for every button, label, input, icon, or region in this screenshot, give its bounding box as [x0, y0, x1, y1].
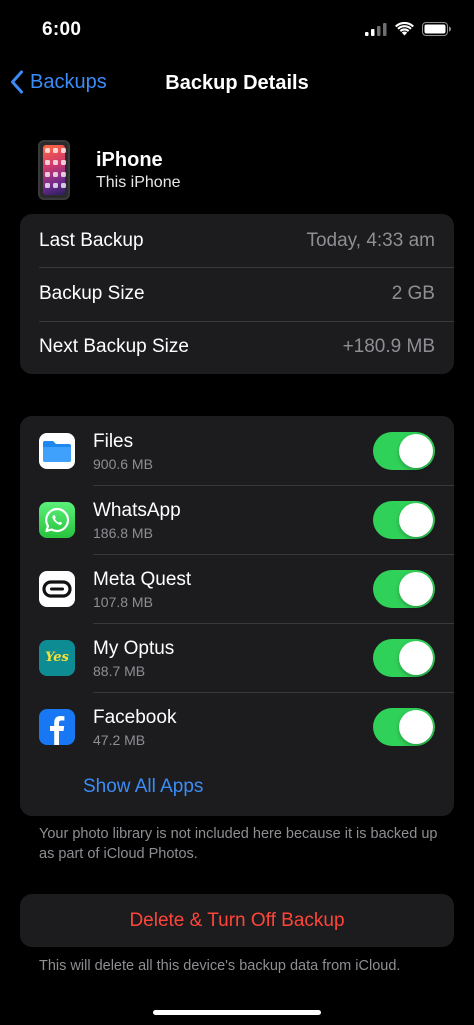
show-all-apps-button[interactable]: Show All Apps — [83, 776, 203, 798]
files-backup-toggle[interactable] — [373, 431, 435, 470]
cellular-signal-icon — [365, 22, 387, 36]
delete-backup-label: Delete & Turn Off Backup — [129, 909, 345, 931]
app-size: 900.6 MB — [93, 455, 153, 472]
iphone-device-icon — [38, 140, 70, 200]
app-row-facebook: Facebook 47.2 MB — [20, 692, 454, 761]
app-row-my-optus: Yes My Optus 88.7 MB — [20, 623, 454, 692]
backup-info-group: Last Backup Today, 4:33 am Backup Size 2… — [20, 214, 454, 374]
status-bar: 6:00 — [0, 0, 474, 60]
device-name: iPhone — [96, 149, 163, 171]
navigation-bar: Backups Backup Details — [0, 62, 474, 106]
meta-quest-backup-toggle[interactable] — [373, 569, 435, 608]
info-value: 2 GB — [391, 282, 435, 304]
files-app-icon — [39, 432, 75, 469]
app-size: 88.7 MB — [93, 662, 146, 679]
home-indicator[interactable] — [153, 1010, 321, 1015]
app-name: Facebook — [93, 706, 177, 728]
photo-library-note: Your photo library is not included here … — [39, 826, 438, 862]
app-name: Files — [93, 430, 134, 452]
app-name: WhatsApp — [93, 499, 181, 521]
last-backup-row: Last Backup Today, 4:33 am — [20, 214, 454, 267]
app-row-meta-quest: Meta Quest 107.8 MB — [20, 554, 454, 623]
status-icons — [365, 22, 452, 36]
battery-icon — [422, 22, 451, 36]
app-size: 47.2 MB — [93, 731, 146, 748]
app-name: Meta Quest — [93, 568, 192, 590]
info-value: Today, 4:33 am — [306, 229, 435, 251]
info-label: Backup Size — [39, 282, 145, 304]
app-row-files: Files 900.6 MB — [20, 416, 454, 485]
optus-icon-text: Yes — [45, 650, 69, 665]
my-optus-backup-toggle[interactable] — [373, 638, 435, 677]
apps-backup-group: Files 900.6 MB WhatsApp 186.8 MB Meta Qu… — [20, 416, 454, 816]
app-row-whatsapp: WhatsApp 186.8 MB — [20, 485, 454, 554]
app-size: 186.8 MB — [93, 524, 153, 541]
info-label: Next Backup Size — [39, 336, 189, 358]
info-value: +180.9 MB — [342, 336, 435, 358]
backup-size-row: Backup Size 2 GB — [20, 267, 454, 320]
status-time: 6:00 — [42, 19, 82, 40]
info-label: Last Backup — [39, 229, 144, 251]
next-backup-size-row: Next Backup Size +180.9 MB — [20, 320, 454, 374]
device-subtitle: This iPhone — [96, 174, 181, 191]
delete-note: This will delete all this device's backu… — [39, 958, 401, 974]
facebook-app-icon — [39, 708, 75, 745]
app-size: 107.8 MB — [93, 593, 153, 610]
device-header: iPhone This iPhone — [38, 140, 181, 200]
whatsapp-backup-toggle[interactable] — [373, 500, 435, 539]
meta-quest-app-icon — [39, 570, 75, 607]
wifi-icon — [395, 22, 414, 36]
my-optus-app-icon: Yes — [39, 639, 75, 676]
app-name: My Optus — [93, 637, 175, 659]
facebook-backup-toggle[interactable] — [373, 707, 435, 746]
whatsapp-app-icon — [39, 501, 75, 538]
delete-backup-button[interactable]: Delete & Turn Off Backup — [20, 894, 454, 947]
page-title: Backup Details — [165, 72, 309, 94]
